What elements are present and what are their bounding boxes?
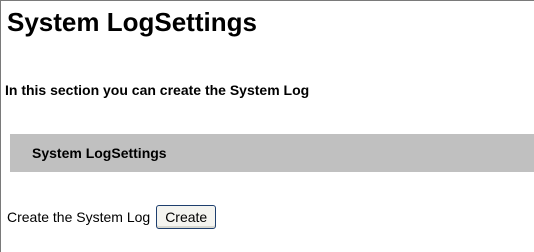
create-system-log-label: Create the System Log xyxy=(7,209,151,225)
page-title: System LogSettings xyxy=(7,7,257,37)
system-log-settings-page: System LogSettings In this section you c… xyxy=(0,0,534,252)
section-header-label: System LogSettings xyxy=(32,145,167,161)
intro-text: In this section you can create the Syste… xyxy=(5,82,310,98)
section-header: System LogSettings xyxy=(10,134,534,172)
create-system-log-row: Create the System Log Create xyxy=(7,204,217,230)
create-button[interactable]: Create xyxy=(156,205,217,229)
